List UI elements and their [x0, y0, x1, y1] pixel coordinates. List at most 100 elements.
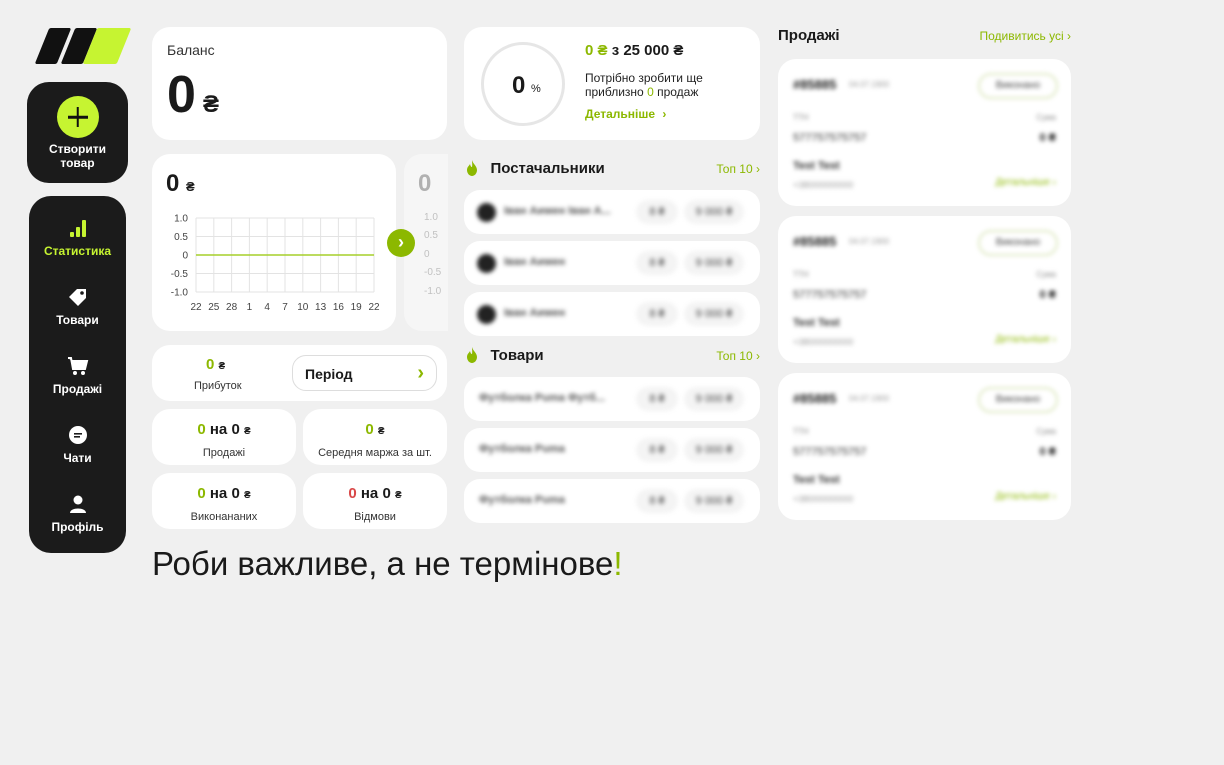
y-tick-label: -0.5	[171, 269, 189, 280]
sum-value: 0 ₴	[1039, 132, 1056, 144]
motivational-slogan: Роби важливе, а не термінове!	[152, 545, 623, 583]
balance-card: Баланс 0 ₴	[152, 27, 447, 140]
profit-value: 0	[206, 356, 215, 373]
flame-icon	[467, 160, 477, 176]
product-value-1: 8 ₴	[636, 387, 678, 411]
progress-percent-sign: %	[531, 83, 541, 95]
product-value-1: 8 ₴	[636, 489, 678, 513]
sidebar-item-label: Профіль	[51, 520, 104, 534]
profit-label: Прибуток	[194, 380, 242, 392]
goal-details-link[interactable]: Детальніше ›	[585, 107, 666, 121]
sum-value: 0 ₴	[1039, 446, 1056, 458]
order-card[interactable]: #85885 04.07.1900 Виконано ТТН Сума 5777…	[778, 59, 1071, 206]
sidebar-item-label: Товари	[56, 313, 99, 327]
x-tick-label: 22	[368, 302, 380, 313]
stat-currency: ₴	[394, 490, 402, 501]
chevron-right-icon: ›	[1067, 29, 1071, 43]
x-tick-label: 22	[190, 302, 202, 313]
products-top10-link[interactable]: Топ 10 ›	[716, 349, 760, 363]
stat-completed-amount: 0	[231, 485, 240, 502]
chevron-right-icon: ›	[662, 107, 667, 121]
stat-label: Середня маржа за шт.	[318, 447, 432, 459]
progress-ring: 0 %	[481, 42, 565, 126]
customer-name: Test Test	[793, 317, 840, 329]
sidebar-item-label: Статистика	[43, 244, 112, 258]
supplier-name: Іван Аимен	[504, 256, 566, 268]
order-details-link[interactable]: Детальніше ›	[995, 177, 1056, 188]
product-name: Футболка Puma Футб...	[479, 392, 605, 404]
stat-currency: ₴	[243, 490, 251, 501]
order-date: 04.07.1900	[849, 394, 890, 403]
chat-icon	[29, 423, 126, 445]
sales-see-all-link[interactable]: Подивитись усі ›	[980, 29, 1071, 43]
top10-label: Топ 10	[716, 349, 753, 363]
sidebar-item-chats[interactable]: Чати	[29, 423, 126, 465]
product-row[interactable]: Футболка Puma 8 ₴ 9 000 ₴	[464, 428, 760, 472]
x-tick-label: 25	[208, 302, 220, 313]
product-name: Футболка Puma	[479, 494, 565, 506]
supplier-row[interactable]: Іван Аимен 8 ₴ 9 000 ₴	[464, 241, 760, 285]
stat-avg-margin: 0 ₴ Середня маржа за шт.	[303, 409, 447, 465]
x-tick-label: 13	[315, 302, 327, 313]
goal-target: 25 000 ₴	[623, 42, 684, 59]
revenue-chart-card: 0 ₴ 1.0 0.5 0 -0.5 -1.0 22 25 28 1 4 7 10 13 16 19 22	[152, 154, 396, 331]
supplier-value-1: 8 ₴	[636, 200, 678, 224]
flame-icon	[467, 347, 477, 363]
next-chart-button[interactable]: ›	[387, 229, 415, 257]
brand-logo[interactable]	[32, 28, 132, 66]
avatar	[477, 305, 496, 324]
customer-phone: +38000000000	[793, 494, 854, 504]
suppliers-top10-link[interactable]: Топ 10 ›	[716, 162, 760, 176]
supplier-value-1: 8 ₴	[636, 302, 678, 326]
goal-details-label: Детальніше	[585, 107, 656, 121]
order-details-link[interactable]: Детальніше ›	[995, 334, 1056, 345]
tag-icon	[29, 285, 126, 307]
product-row[interactable]: Футболка Puma 8 ₴ 9 000 ₴	[464, 479, 760, 523]
sidebar-item-profile[interactable]: Профіль	[29, 492, 126, 534]
order-date: 04.07.1900	[849, 237, 890, 246]
order-number: #85885	[793, 77, 837, 92]
chevron-right-icon: ›	[756, 162, 760, 176]
next-chart-ytick: -0.5	[424, 267, 442, 278]
period-select[interactable]: Період ›	[292, 355, 437, 391]
product-row[interactable]: Футболка Puma Футб... 8 ₴ 9 000 ₴	[464, 377, 760, 421]
order-details-link[interactable]: Детальніше ›	[995, 491, 1056, 502]
goal-current: 0 ₴	[585, 42, 608, 59]
order-card[interactable]: #85885 04.07.1900 Виконано ТТН Сума 5777…	[778, 216, 1071, 363]
slogan-text: Роби важливе, а не термінове	[152, 545, 614, 582]
order-number: #85885	[793, 234, 837, 249]
stat-refusals: 0 на 0 ₴ Відмови	[303, 473, 447, 529]
sidebar-item-sales[interactable]: Продажі	[29, 354, 126, 396]
product-value-2: 9 000 ₴	[684, 438, 744, 462]
ttn-label: ТТН	[793, 113, 809, 122]
supplier-row[interactable]: Іван Аимен Іван А... 8 ₴ 9 000 ₴	[464, 190, 760, 234]
balance-title: Баланс	[167, 42, 215, 58]
create-product-button[interactable]: Створити товар	[27, 82, 128, 183]
x-tick-label: 28	[226, 302, 238, 313]
x-tick-label: 19	[351, 302, 363, 313]
sales-goal-card: 0 % 0 ₴ з 25 000 ₴ Потрібно зробити ще п…	[464, 27, 760, 140]
sidebar-item-statistics[interactable]: Статистика	[29, 216, 126, 258]
supplier-row[interactable]: Іван Аимен 8 ₴ 9 000 ₴	[464, 292, 760, 336]
sidebar-nav: Статистика Товари Продажі Чати Профіль	[29, 196, 126, 553]
period-label: Період	[305, 366, 353, 382]
balance-currency: ₴	[203, 91, 220, 118]
stat-completed-count: 0	[197, 485, 206, 502]
stat-connector: на	[209, 485, 228, 502]
supplier-name: Іван Аимен Іван А...	[504, 205, 611, 217]
stat-margin-value: 0	[365, 421, 374, 438]
sum-label: Сума	[1036, 270, 1056, 279]
bar-chart-icon	[29, 216, 126, 238]
sum-label: Сума	[1036, 113, 1056, 122]
sidebar-item-products[interactable]: Товари	[29, 285, 126, 327]
next-chart-ytick: 1.0	[424, 212, 438, 223]
user-icon	[29, 492, 126, 514]
status-badge: Виконано	[978, 387, 1058, 413]
product-value-2: 9 000 ₴	[684, 489, 744, 513]
suppliers-title: Постачальники	[490, 160, 605, 177]
next-chart-ytick: 0	[424, 249, 430, 260]
supplier-name: Іван Аимен	[504, 307, 566, 319]
order-card[interactable]: #85885 04.07.1900 Виконано ТТН Сума 5777…	[778, 373, 1071, 520]
details-label: Детальніше	[995, 334, 1050, 345]
stat-sales-count: 0	[197, 421, 206, 438]
